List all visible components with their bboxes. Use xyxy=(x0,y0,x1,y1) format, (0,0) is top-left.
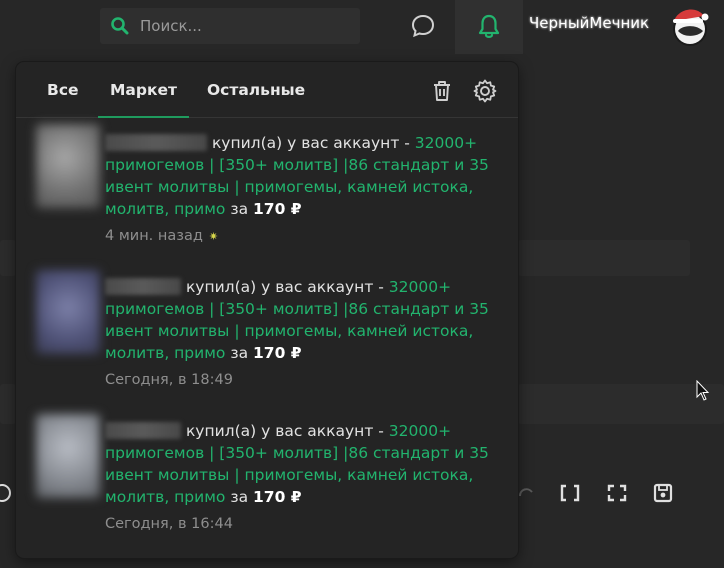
price-prefix: за xyxy=(225,488,254,506)
notification-time: 4 мин. назад ✷ xyxy=(105,228,218,244)
tab-market[interactable]: Маркет xyxy=(98,62,189,118)
item-thumbnail xyxy=(36,414,100,498)
item-thumbnail xyxy=(36,270,100,354)
background-panel xyxy=(0,240,16,276)
notification-action: купил(а) у вас аккаунт - xyxy=(211,134,415,152)
background-panel xyxy=(0,384,16,424)
new-indicator-icon: ✷ xyxy=(208,230,219,243)
username[interactable]: ЧерныйМечник xyxy=(529,14,649,32)
background-panel xyxy=(518,240,690,276)
notification-tabs: Все Маркет Остальные xyxy=(16,62,518,118)
price-prefix: за xyxy=(225,344,254,362)
item-thumbnail xyxy=(36,124,100,208)
notification-time: Сегодня, в 18:49 xyxy=(105,372,233,388)
price: 170 ₽ xyxy=(253,200,302,218)
chat-bubble-icon xyxy=(411,14,435,38)
notification-action: купил(а) у вас аккаунт - xyxy=(185,422,389,440)
notification-text: купил(а) у вас аккаунт - 32000+ примогем… xyxy=(105,420,495,508)
brackets-icon[interactable] xyxy=(559,483,581,508)
search-icon xyxy=(111,17,129,35)
mouse-cursor-icon xyxy=(696,380,710,401)
notifications-popup: Все Маркет Остальные купил(а) у вас акка… xyxy=(16,62,518,558)
notification-item[interactable]: купил(а) у вас аккаунт - 32000+ примогем… xyxy=(16,124,518,264)
tab-other[interactable]: Остальные xyxy=(207,62,305,118)
top-bar: ЧерныйМечник xyxy=(0,0,724,54)
buyer-name[interactable] xyxy=(105,134,207,151)
tab-all[interactable]: Все xyxy=(47,62,79,118)
buyer-name[interactable] xyxy=(105,422,181,439)
trash-icon xyxy=(434,81,450,101)
notification-item[interactable]: купил(а) у вас аккаунт - 32000+ примогем… xyxy=(16,412,518,552)
notification-action: купил(а) у вас аккаунт - xyxy=(185,278,389,296)
avatar-image-icon xyxy=(673,9,709,46)
save-icon[interactable] xyxy=(652,483,674,508)
price: 170 ₽ xyxy=(253,344,302,362)
price: 170 ₽ xyxy=(253,488,302,506)
redo-icon[interactable] xyxy=(518,484,534,507)
bell-icon xyxy=(478,14,500,38)
search-input[interactable] xyxy=(140,17,340,35)
time-text: Сегодня, в 18:49 xyxy=(105,372,233,388)
clear-notifications-button[interactable] xyxy=(429,78,455,104)
emoji-icon[interactable] xyxy=(0,482,12,509)
time-text: 4 мин. назад xyxy=(105,228,203,244)
notification-time: Сегодня, в 16:44 xyxy=(105,516,233,532)
time-text: Сегодня, в 16:44 xyxy=(105,516,233,532)
background-panel xyxy=(518,384,724,424)
messages-button[interactable] xyxy=(407,10,439,42)
notification-settings-button[interactable] xyxy=(472,78,498,104)
fullscreen-icon[interactable] xyxy=(606,483,628,508)
notification-item[interactable]: купил(а) у вас аккаунт - 32000+ примогем… xyxy=(16,268,518,408)
search-box[interactable] xyxy=(100,8,360,44)
notification-text: купил(а) у вас аккаунт - 32000+ примогем… xyxy=(105,276,495,364)
avatar[interactable] xyxy=(666,4,712,48)
notifications-button[interactable] xyxy=(455,0,523,54)
gear-icon xyxy=(473,79,497,103)
price-prefix: за xyxy=(225,200,254,218)
buyer-name[interactable] xyxy=(105,278,181,295)
notification-text: купил(а) у вас аккаунт - 32000+ примогем… xyxy=(105,132,495,220)
